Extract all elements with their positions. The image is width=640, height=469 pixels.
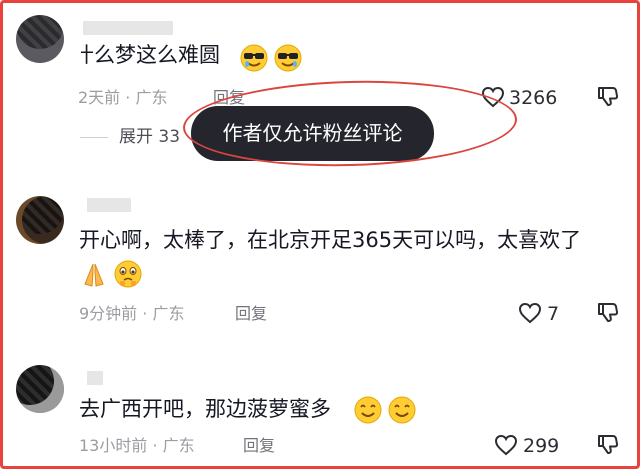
username-blurred [87,198,131,212]
smiling-face-emoji [354,396,382,424]
comment-meta: 9分钟前 · 广东 [79,304,184,324]
teary-face-emoji [114,260,142,288]
username-blurred [83,21,173,35]
comment-text: 去广西开吧，那边菠萝蜜多 [79,397,331,421]
heart-icon[interactable] [518,302,542,324]
comment-meta: 13小时前 · 广东 [79,436,195,456]
expand-replies-button[interactable]: 展开 33 [119,127,180,147]
smiling-face-emoji [388,396,416,424]
heart-icon[interactable] [494,434,518,456]
reply-button[interactable]: 回复 [235,304,267,324]
thumbs-down-icon[interactable] [597,433,619,455]
reply-button[interactable]: 回复 [243,436,275,456]
like-count: 7 [547,303,560,325]
separator: · [125,88,131,107]
like-count: 3266 [509,87,558,109]
comment-location: 广东 [162,436,195,455]
comment-text: 开心啊，太棒了，在北京开足365天可以吗，太喜欢了 [79,228,582,252]
sunglasses-emoji [240,44,268,72]
comment-location: 广东 [135,88,168,107]
comment-list-panel: 什么梦这么难圆 2天前 · 广东 回复 3266 展开 33 作者仅允许粉丝评论… [0,0,640,469]
comment-time: 13小时前 [79,436,148,455]
comment-time: 9分钟前 [79,304,138,323]
avatar[interactable] [16,196,64,244]
separator: · [142,304,148,323]
separator: · [152,436,158,455]
comment-time: 2天前 [78,88,121,107]
comment-meta: 2天前 · 广东 [78,88,167,108]
thumbs-down-icon[interactable] [597,85,619,107]
like-count: 299 [523,435,560,457]
username-blurred [87,371,103,385]
sunglasses-emoji [274,44,302,72]
avatar[interactable] [16,365,64,413]
thumbs-down-icon[interactable] [597,301,619,323]
divider [80,137,108,138]
praying-hands-emoji [84,263,104,287]
comment-text: 什么梦这么难圆 [73,43,220,67]
avatar[interactable] [16,15,64,63]
comment-location: 广东 [152,304,185,323]
